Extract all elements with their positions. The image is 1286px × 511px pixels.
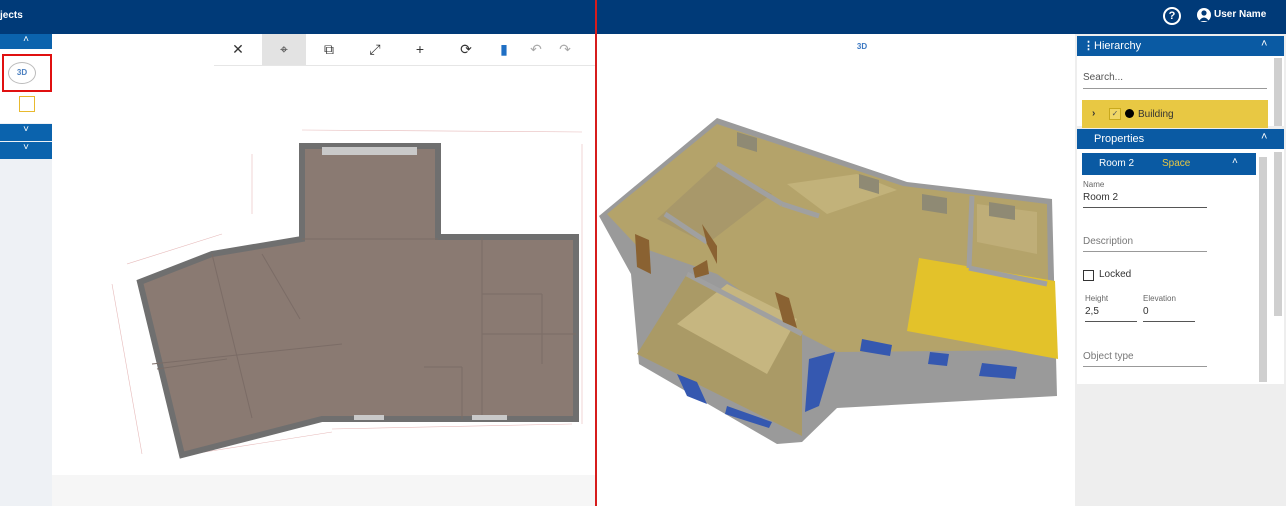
expand-button[interactable]: ⤢ <box>353 34 397 65</box>
locked-label: Locked <box>1099 269 1132 280</box>
floor-plan-drawing <box>111 129 583 459</box>
compress-arrows-icon: ✕ <box>232 41 244 57</box>
properties-title: Properties <box>1094 133 1145 145</box>
sidebar-expand-button-2[interactable]: ˅ <box>0 142 52 159</box>
name-label: Name <box>1083 180 1105 189</box>
search-placeholder: Search... <box>1083 72 1124 83</box>
properties-scrollbar[interactable] <box>1274 152 1282 316</box>
crosshair-icon: ⌖ <box>280 41 288 57</box>
name-value: Room 2 <box>1083 192 1119 203</box>
floor-plan-2d-view[interactable] <box>52 34 596 506</box>
chevron-up-icon[interactable]: ˄ <box>1261 131 1267 143</box>
properties-header[interactable]: Properties ˄ <box>1077 129 1284 149</box>
elevation-label: Elevation <box>1143 294 1176 303</box>
hierarchy-header[interactable]: ⋮ Hierarchy ˄ <box>1077 36 1284 56</box>
room-type: Space <box>1162 158 1191 169</box>
add-button[interactable]: + <box>398 34 442 65</box>
building-3d-model <box>599 118 1058 444</box>
object-type-placeholder: Object type <box>1083 351 1134 362</box>
help-icon[interactable]: ? <box>1163 7 1181 25</box>
bottom-strip <box>52 475 596 506</box>
chevron-down-icon: ˅ <box>23 142 29 153</box>
description-field[interactable]: Description <box>1083 236 1207 252</box>
hierarchy-scrollbar[interactable] <box>1274 58 1282 126</box>
undo-icon: ↶ <box>530 41 542 57</box>
height-label: Height <box>1085 294 1109 303</box>
chevron-up-icon[interactable]: ˄ <box>1261 38 1267 50</box>
redo-icon: ↷ <box>559 41 571 57</box>
room-title: Room 2 <box>1099 158 1135 169</box>
hierarchy-item-building[interactable]: › ✓ Building <box>1082 100 1268 128</box>
app-title: jects <box>0 10 23 21</box>
model-3d-view[interactable] <box>597 34 1075 506</box>
redo-button[interactable]: ↷ <box>543 34 587 65</box>
locked-checkbox[interactable] <box>1083 270 1094 281</box>
description-placeholder: Description <box>1083 236 1134 247</box>
color-dot-icon <box>1125 109 1134 118</box>
rotate-icon: ⟳ <box>460 41 472 57</box>
floor-plan-icon[interactable] <box>19 96 35 112</box>
building-label: Building <box>1138 109 1174 120</box>
height-value: 2,5 <box>1085 306 1099 317</box>
diagonal-arrow-icon: ⤢ <box>369 41 381 57</box>
name-field[interactable]: Room 2 <box>1083 192 1207 208</box>
elevation-value: 0 <box>1143 306 1149 317</box>
crop-button[interactable]: ⧉ <box>307 34 351 65</box>
crop-icon: ⧉ <box>324 41 334 57</box>
target-button[interactable]: ⌖ <box>262 34 306 65</box>
chevron-down-icon: ˅ <box>23 124 29 135</box>
chevron-right-icon[interactable]: › <box>1092 108 1095 119</box>
hierarchy-title: Hierarchy <box>1094 40 1142 52</box>
hierarchy-search-input[interactable]: Search... <box>1083 72 1267 89</box>
top-app-bar: jects <box>0 0 1286 34</box>
user-avatar-icon[interactable] <box>1197 8 1211 22</box>
sidebar-expand-button-1[interactable]: ˅ <box>0 124 52 141</box>
kebab-menu-icon[interactable]: ⋮ <box>1083 39 1094 52</box>
chevron-up-icon[interactable]: ˄ <box>1232 156 1238 167</box>
checkbox-checked-icon[interactable]: ✓ <box>1109 108 1121 120</box>
properties-body <box>1077 148 1284 384</box>
room-scrollbar[interactable] <box>1259 157 1267 382</box>
chevron-up-icon: ˄ <box>23 34 29 45</box>
highlight-box <box>2 54 52 92</box>
rotate-3d-label: 3D <box>856 42 868 51</box>
room-section-header[interactable]: Room 2 Space ˄ <box>1082 153 1256 175</box>
user-name[interactable]: User Name <box>1214 9 1266 20</box>
sidebar-collapse-button[interactable]: ˄ <box>0 34 52 49</box>
object-type-field[interactable]: Object type <box>1083 351 1207 367</box>
trash-icon: ▮ <box>500 41 508 57</box>
elevation-field[interactable]: 0 <box>1143 306 1195 322</box>
height-field[interactable]: 2,5 <box>1085 306 1137 322</box>
plus-icon: + <box>415 41 425 57</box>
rotate-3d-icon[interactable]: 3D <box>852 42 872 58</box>
fit-view-button[interactable]: ✕ <box>216 34 260 65</box>
